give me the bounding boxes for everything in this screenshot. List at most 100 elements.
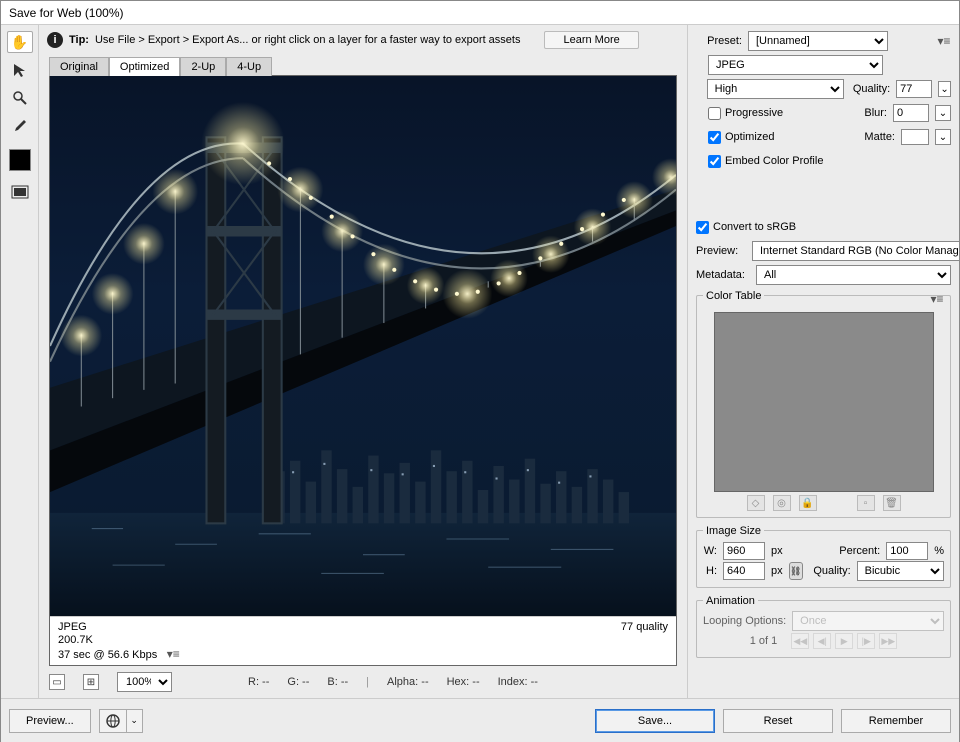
- optimized-checkbox[interactable]: [708, 131, 721, 144]
- preset-select[interactable]: [Unnamed]: [748, 31, 888, 51]
- percent-label: Percent:: [834, 545, 880, 557]
- anim-prev-icon: ◀|: [813, 633, 831, 649]
- color-table-title: Color Table: [703, 290, 764, 302]
- constrain-proportions-icon[interactable]: ⛓: [789, 562, 803, 580]
- ct-delete-icon[interactable]: 🗑: [883, 495, 901, 511]
- status-r: R: --: [248, 676, 269, 688]
- tip-text: Use File > Export > Export As... or righ…: [95, 34, 521, 46]
- slice-select-tool[interactable]: [7, 59, 33, 81]
- tip-prefix: Tip:: [69, 34, 89, 46]
- percent-suffix: %: [934, 545, 944, 557]
- quality-preset-select[interactable]: High: [707, 79, 844, 99]
- loop-label: Looping Options:: [703, 615, 786, 627]
- canvas-wrap: JPEG 77 quality 200.7K 37 sec @ 56.6 Kbp…: [49, 75, 677, 666]
- metadata-label: Metadata:: [696, 269, 750, 281]
- animation-title: Animation: [703, 595, 758, 607]
- preview-image[interactable]: [50, 76, 676, 616]
- matte-dropdown-icon[interactable]: ⌄: [935, 129, 951, 145]
- status-index: Index: --: [498, 676, 538, 688]
- tab-original[interactable]: Original: [49, 57, 109, 76]
- status-b: B: --: [327, 676, 348, 688]
- width-input[interactable]: [723, 542, 765, 560]
- optimized-label: Optimized: [725, 131, 775, 143]
- w-label: W:: [703, 545, 717, 557]
- quality-resample-label: Quality:: [809, 565, 851, 577]
- px-label-1: px: [771, 545, 783, 557]
- format-select[interactable]: JPEG: [708, 55, 883, 75]
- frame-counter: 1 of 1: [750, 635, 778, 647]
- color-table-menu-icon[interactable]: ▾≡: [930, 292, 944, 306]
- matte-label: Matte:: [861, 131, 895, 143]
- hand-tool[interactable]: ✋: [7, 31, 33, 53]
- matte-swatch[interactable]: [901, 129, 929, 145]
- quality-input[interactable]: [896, 80, 932, 98]
- blur-label: Blur:: [859, 107, 887, 119]
- blur-slider-icon[interactable]: ⌄: [935, 105, 951, 121]
- tools-palette: ✋: [1, 25, 39, 698]
- window-title: Save for Web (100%): [1, 1, 959, 25]
- ct-shift-icon[interactable]: ◎: [773, 495, 791, 511]
- status-alpha: Alpha: --: [387, 676, 429, 688]
- blur-input[interactable]: [893, 104, 929, 122]
- anim-next-icon: |▶: [857, 633, 875, 649]
- resample-select[interactable]: Bicubic: [857, 561, 944, 581]
- ct-lock-icon[interactable]: 🔒: [799, 495, 817, 511]
- info-format: JPEG: [58, 621, 87, 633]
- percent-input[interactable]: [886, 542, 928, 560]
- loop-select: Once: [792, 611, 944, 631]
- preview-tabs: Original Optimized 2-Up 4-Up: [39, 55, 687, 75]
- info-size: 200.7K: [58, 634, 668, 646]
- settings-panel: Preset: [Unnamed] ▾≡ JPEG High Quality: …: [687, 25, 959, 698]
- tab-4up[interactable]: 4-Up: [226, 57, 272, 76]
- preset-menu-icon[interactable]: ▾≡: [937, 34, 951, 48]
- info-speed: 37 sec @ 56.6 Kbps: [58, 649, 157, 661]
- tip-bar: i Tip: Use File > Export > Export As... …: [39, 25, 687, 55]
- height-input[interactable]: [723, 562, 765, 580]
- anim-first-icon: ◀◀: [791, 633, 809, 649]
- px-label-2: px: [771, 565, 783, 577]
- remember-button[interactable]: Remember: [841, 709, 951, 733]
- anim-last-icon: ▶▶: [879, 633, 897, 649]
- download-rate-menu-icon[interactable]: ▾≡: [166, 647, 180, 661]
- image-size-title: Image Size: [703, 525, 764, 537]
- tab-optimized[interactable]: Optimized: [109, 57, 181, 76]
- metadata-select[interactable]: All: [756, 265, 951, 285]
- reset-button[interactable]: Reset: [723, 709, 833, 733]
- zoom-select[interactable]: 100%: [117, 672, 172, 692]
- status-hex: Hex: --: [447, 676, 480, 688]
- progressive-checkbox[interactable]: [708, 107, 721, 120]
- zoom-tool[interactable]: [7, 87, 33, 109]
- ct-selected-icon[interactable]: ◇: [747, 495, 765, 511]
- info-quality: 77 quality: [621, 621, 668, 633]
- quality-label: Quality:: [850, 83, 890, 95]
- save-button[interactable]: Save...: [595, 709, 715, 733]
- toggle-slices-visibility[interactable]: [7, 181, 33, 203]
- preview-select[interactable]: Internet Standard RGB (No Color Manag...: [752, 241, 959, 261]
- anim-play-icon: ▶: [835, 633, 853, 649]
- eyedropper-color-swatch[interactable]: [9, 149, 31, 171]
- ct-new-icon[interactable]: ▫: [857, 495, 875, 511]
- convert-srgb-checkbox[interactable]: [696, 221, 709, 234]
- status-bar: ▭ ⊞ 100% R: -- G: -- B: -- | Alpha: -- H…: [39, 666, 687, 698]
- preview-button[interactable]: Preview...: [9, 709, 91, 733]
- eyedropper-tool[interactable]: [7, 115, 33, 137]
- browser-preview-icon[interactable]: [100, 710, 126, 732]
- tab-2up[interactable]: 2-Up: [180, 57, 226, 76]
- animation-nav: ◀◀ ◀| ▶ |▶ ▶▶: [791, 633, 897, 649]
- h-label: H:: [703, 565, 717, 577]
- grid-plus-button[interactable]: ⊞: [83, 674, 99, 690]
- progressive-label: Progressive: [725, 107, 783, 119]
- status-g: G: --: [287, 676, 309, 688]
- browser-preview-dropdown[interactable]: ⌄: [126, 710, 142, 732]
- preset-label: Preset:: [696, 35, 742, 47]
- preview-label: Preview:: [696, 245, 746, 257]
- learn-more-button[interactable]: Learn More: [544, 31, 638, 49]
- image-info-strip: JPEG 77 quality 200.7K 37 sec @ 56.6 Kbp…: [50, 616, 676, 665]
- embed-profile-checkbox[interactable]: [708, 155, 721, 168]
- info-icon: i: [47, 32, 63, 48]
- convert-srgb-label: Convert to sRGB: [713, 221, 796, 233]
- quality-slider-icon[interactable]: ⌄: [938, 81, 951, 97]
- grid-minus-button[interactable]: ▭: [49, 674, 65, 690]
- color-table-area: [714, 312, 934, 492]
- embed-profile-label: Embed Color Profile: [725, 155, 823, 167]
